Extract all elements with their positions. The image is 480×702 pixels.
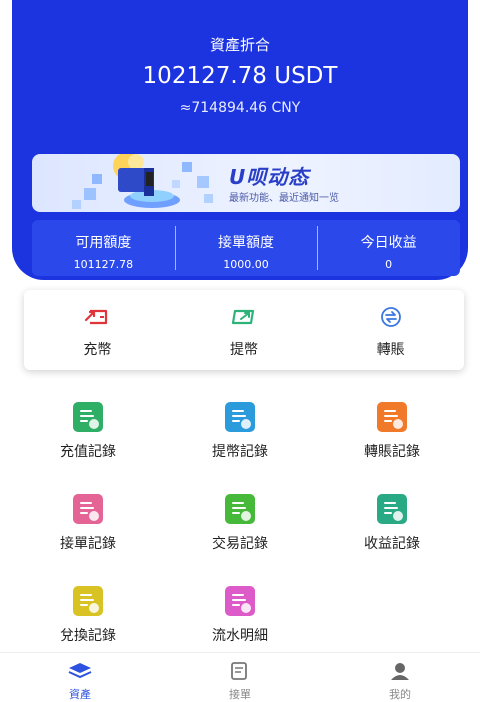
tab-label: 我的 bbox=[389, 688, 411, 701]
deposit-icon bbox=[85, 309, 108, 325]
record-label: 接單記錄 bbox=[60, 536, 116, 552]
deposit-button[interactable]: 充幣 bbox=[24, 290, 171, 370]
record-order-history[interactable]: 接單記錄 bbox=[12, 494, 164, 553]
stat-label: 今日收益 bbox=[360, 235, 417, 251]
stat-today-earnings: 今日收益 0 bbox=[317, 220, 460, 276]
record-label: 流水明細 bbox=[212, 628, 268, 644]
record-label: 收益記錄 bbox=[364, 536, 420, 552]
stat-label: 可用額度 bbox=[75, 235, 132, 251]
ledger-record-icon bbox=[225, 586, 255, 616]
quota-stats-bar: 可用額度 101127.78 接單額度 1000.00 今日收益 0 bbox=[32, 220, 460, 276]
withdraw-button[interactable]: 提幣 bbox=[171, 290, 318, 370]
bottom-tab-bar: 資產 接單 我的 bbox=[0, 652, 480, 701]
tab-label: 接單 bbox=[229, 688, 251, 701]
record-trade-history[interactable]: 交易記錄 bbox=[164, 494, 316, 553]
news-banner[interactable]: U呗动态 最新功能、最近通知一览 bbox=[32, 154, 460, 212]
record-withdraw-history[interactable]: 提幣記錄 bbox=[164, 402, 316, 461]
record-label: 轉賬記錄 bbox=[364, 444, 420, 460]
record-label: 兌換記錄 bbox=[60, 628, 116, 644]
tab-orders[interactable]: 接單 bbox=[160, 653, 320, 701]
stat-value: 1000.00 bbox=[223, 258, 269, 271]
record-label: 提幣記錄 bbox=[212, 444, 268, 460]
banner-illustration-icon bbox=[72, 154, 213, 209]
record-deposit-history[interactable]: 充值記錄 bbox=[12, 402, 164, 461]
banner-title: U呗动态 bbox=[229, 165, 310, 189]
tab-assets[interactable]: 資產 bbox=[0, 653, 160, 701]
asset-cny-value: ≈714894.46 CNY bbox=[179, 100, 301, 116]
layers-icon bbox=[68, 663, 92, 679]
user-icon bbox=[391, 663, 409, 680]
quick-actions-card: 充幣 提幣 轉賬 bbox=[24, 290, 464, 370]
asset-usdt-value: 102127.78 USDT bbox=[142, 63, 338, 89]
trade-record-icon bbox=[225, 494, 255, 524]
stat-available-quota: 可用額度 101127.78 bbox=[32, 220, 175, 276]
tab-profile[interactable]: 我的 bbox=[320, 653, 480, 701]
record-earnings-history[interactable]: 收益記錄 bbox=[316, 494, 468, 553]
record-ledger-details[interactable]: 流水明細 bbox=[164, 586, 316, 645]
stat-order-quota: 接單額度 1000.00 bbox=[174, 220, 318, 276]
exchange-record-icon bbox=[73, 586, 103, 616]
order-record-icon bbox=[73, 494, 103, 524]
record-exchange-history[interactable]: 兌換記錄 bbox=[12, 586, 164, 645]
transfer-icon bbox=[380, 307, 401, 327]
stat-label: 接單額度 bbox=[218, 235, 274, 251]
record-transfer-history[interactable]: 轉賬記錄 bbox=[316, 402, 468, 461]
earnings-record-icon bbox=[377, 494, 407, 524]
record-label: 交易記錄 bbox=[212, 536, 268, 552]
transfer-label: 轉賬 bbox=[376, 342, 405, 358]
stat-value: 0 bbox=[385, 258, 393, 271]
transfer-record-icon bbox=[377, 402, 407, 432]
withdraw-record-icon bbox=[225, 402, 255, 432]
transfer-button[interactable]: 轉賬 bbox=[317, 290, 464, 370]
record-label: 充值記錄 bbox=[60, 444, 116, 460]
deposit-record-icon bbox=[73, 402, 103, 432]
withdraw-label: 提幣 bbox=[230, 342, 258, 358]
deposit-label: 充幣 bbox=[83, 342, 112, 358]
asset-title: 資產折合 bbox=[209, 36, 270, 54]
tab-label: 資產 bbox=[69, 688, 91, 701]
withdraw-icon bbox=[231, 309, 255, 325]
stat-value: 101127.78 bbox=[73, 258, 134, 271]
orders-icon bbox=[231, 662, 247, 680]
banner-subtitle: 最新功能、最近通知一览 bbox=[229, 193, 339, 204]
